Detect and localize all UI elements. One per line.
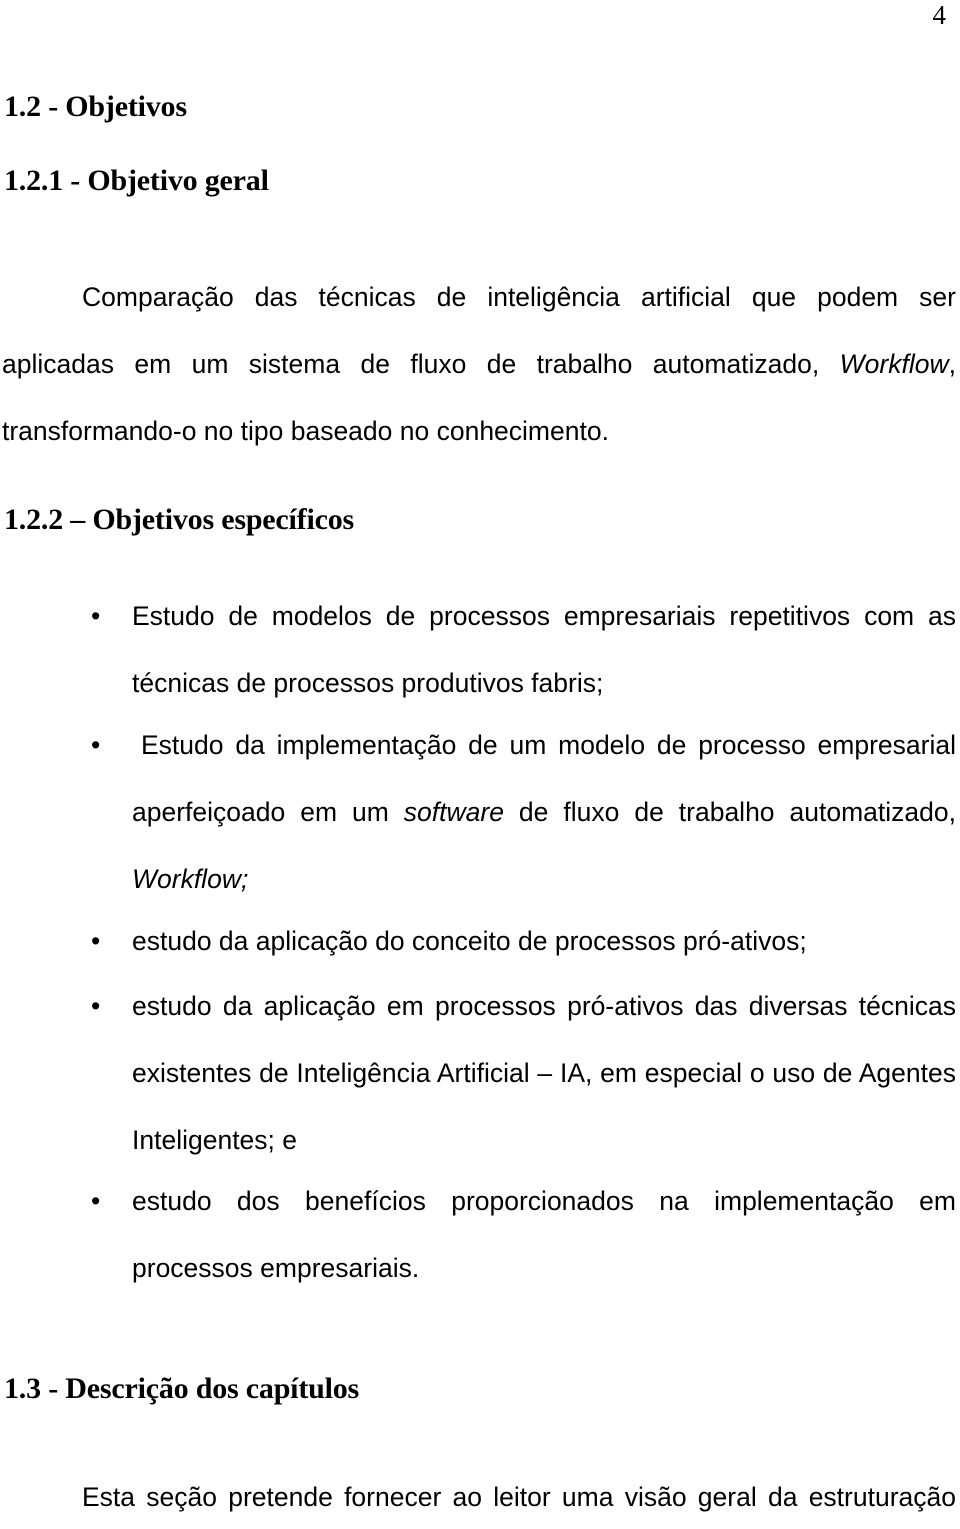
- list-item: • Estudo da implementação de um modelo de…: [88, 712, 956, 913]
- list-item-italic-workflow: Workflow;: [132, 864, 249, 894]
- document-page: 4 1.2 - Objetivos 1.2.1 - Objetivo geral…: [0, 0, 960, 1529]
- list-item: • estudo da aplicação em processos pró-at…: [88, 973, 956, 1174]
- list-item-text: estudo da aplicação do conceito de proce…: [132, 926, 807, 956]
- paragraph-objetivo-geral-part1: Comparação das técnicas de inteligência …: [2, 281, 956, 379]
- heading-1-2-2: 1.2.2 – Objetivos específicos: [4, 503, 354, 536]
- list-item-text-part2: de fluxo de trabalho automatizado,: [503, 797, 956, 827]
- list-item-text: estudo dos benefícios proporcionados na …: [132, 1186, 956, 1283]
- paragraph-descricao-capitulos: Esta seção pretende fornecer ao leitor u…: [2, 1464, 956, 1529]
- list-item: • estudo dos benefícios proporcionados na…: [88, 1168, 956, 1302]
- list-item: • Estudo de modelos de processos empresar…: [88, 583, 956, 717]
- paragraph-descricao-capitulos-text: Esta seção pretende fornecer ao leitor u…: [82, 1481, 956, 1512]
- list-item: • estudo da aplicação do conceito de proc…: [88, 908, 956, 975]
- heading-1-2: 1.2 - Objetivos: [4, 90, 187, 123]
- page-number: 4: [932, 0, 947, 30]
- bullet-marker-icon: •: [91, 601, 101, 631]
- bullet-marker-icon: •: [91, 991, 101, 1021]
- list-item-text: estudo da aplicação em processos pró-ati…: [132, 991, 956, 1155]
- bullet-marker-icon: •: [91, 730, 101, 760]
- bullet-marker-icon: •: [91, 1186, 101, 1216]
- heading-1-3: 1.3 - Descrição dos capítulos: [4, 1372, 360, 1405]
- list-item-text: Estudo de modelos de processos empresari…: [132, 601, 956, 698]
- heading-1-2-1: 1.2.1 - Objetivo geral: [4, 164, 269, 197]
- list-item-italic-software: software: [403, 797, 504, 827]
- paragraph-objetivo-geral: Comparação das técnicas de inteligência …: [2, 264, 956, 465]
- bullet-marker-icon: •: [91, 926, 101, 956]
- paragraph-objetivo-geral-italic-workflow: Workflow: [839, 348, 949, 379]
